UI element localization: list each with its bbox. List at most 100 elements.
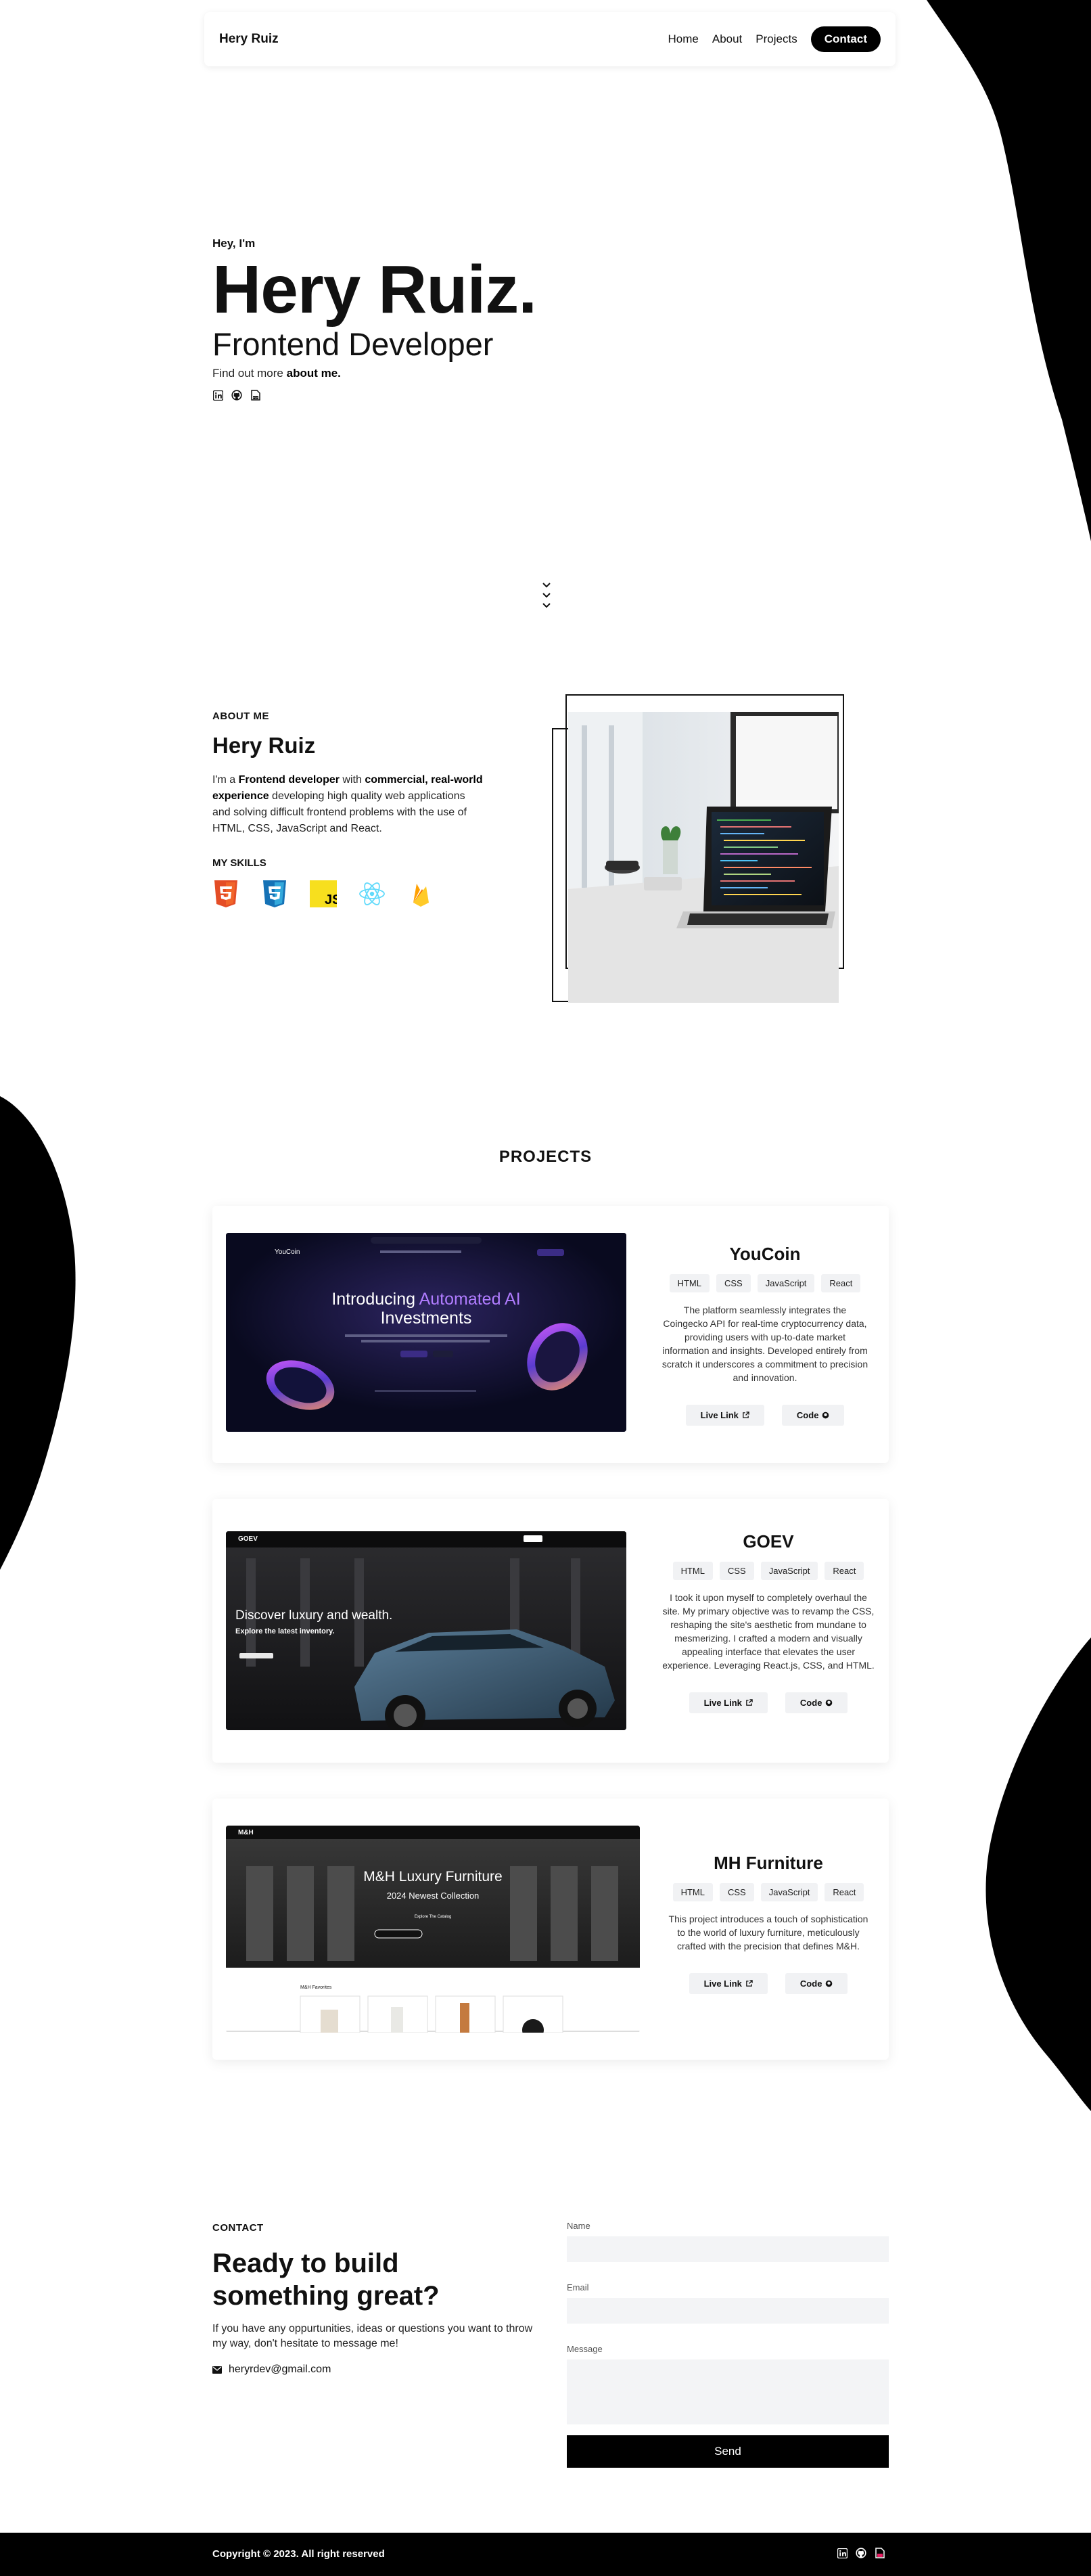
- brand-logo[interactable]: Hery Ruiz: [219, 32, 279, 47]
- html5-icon: [214, 880, 237, 907]
- tag-css: CSS: [719, 1883, 754, 1901]
- code-button[interactable]: Code: [785, 1973, 848, 1994]
- contact-email: heryrdev@gmail.com: [212, 2364, 537, 2376]
- project-info-goev: GOEV HTML CSS JavaScript React I took it…: [660, 1531, 877, 1713]
- nav-links: Home About Projects Contact: [668, 26, 881, 52]
- svg-text:JS: JS: [325, 892, 337, 907]
- hero-greeting: Hey, I'm: [212, 237, 256, 250]
- message-field[interactable]: [567, 2359, 889, 2424]
- code-label: Code: [796, 1410, 819, 1420]
- about-text: I'm a Frontend developer with commercial…: [212, 772, 483, 837]
- github-icon: [826, 1699, 833, 1707]
- github-icon: [826, 1980, 833, 1987]
- tag-html: HTML: [672, 1562, 713, 1580]
- tag-javascript: JavaScript: [760, 1883, 818, 1901]
- code-button[interactable]: Code: [781, 1405, 845, 1426]
- project-buttons: Live Link Code: [660, 1692, 877, 1713]
- live-link-button[interactable]: Live Link: [685, 1405, 764, 1426]
- decorative-blob-left: [0, 1096, 76, 1570]
- external-link-icon: [746, 1980, 753, 1987]
- about-heading: Hery Ruiz: [212, 733, 316, 758]
- project-title: MH Furniture: [714, 1853, 823, 1873]
- about-me-link[interactable]: about me.: [287, 367, 341, 380]
- nav-link-about[interactable]: About: [712, 32, 742, 46]
- tag-html: HTML: [669, 1274, 710, 1292]
- youcoin-logo: YouCoin: [275, 1248, 300, 1256]
- navbar: Hery Ruiz Home About Projects Contact: [204, 12, 896, 66]
- code-label: Code: [799, 1698, 822, 1708]
- about-section: ABOUT ME Hery Ruiz I'm a Frontend develo…: [212, 710, 483, 908]
- skills-list: JS: [212, 880, 483, 908]
- hero-name: Hery Ruiz.: [212, 252, 537, 327]
- code-label: Code: [799, 1979, 822, 1989]
- copyright-text: Copyright © 2023. All right reserved: [212, 2548, 385, 2560]
- resume-icon[interactable]: PDF: [250, 390, 261, 401]
- project-description: The platform seamlessly integrates the C…: [661, 1305, 868, 1383]
- about-text-bold: Frontend developer: [238, 774, 340, 786]
- mh-cta: Explore The Catalog: [414, 1915, 452, 1919]
- project-title: YouCoin: [729, 1244, 801, 1264]
- footer-social-icons: [837, 2548, 885, 2558]
- name-label: Name: [567, 2221, 590, 2231]
- live-link-label: Live Link: [703, 1698, 742, 1708]
- skills-title: MY SKILLS: [212, 857, 266, 869]
- contact-text: If you have any oppurtunities, ideas or …: [212, 2323, 533, 2349]
- goev-logo: GOEV: [238, 1535, 258, 1543]
- external-link-icon: [746, 1699, 753, 1706]
- laptop-photo: [568, 712, 839, 1003]
- mh-subheadline: 2024 Newest Collection: [386, 1891, 480, 1901]
- live-link-button[interactable]: Live Link: [689, 1692, 768, 1713]
- project-description: I took it upon myself to completely over…: [662, 1592, 875, 1671]
- nav-link-projects[interactable]: Projects: [756, 32, 797, 46]
- svg-text:PDF: PDF: [253, 396, 259, 399]
- linkedin-icon[interactable]: [837, 2548, 848, 2558]
- email-field[interactable]: [567, 2298, 889, 2324]
- tag-javascript: JavaScript: [757, 1274, 815, 1292]
- hero-role: Frontend Developer: [212, 326, 494, 362]
- email-address[interactable]: heryrdev@gmail.com: [229, 2364, 331, 2376]
- scroll-down-icon[interactable]: [541, 581, 552, 612]
- contact-kicker: CONTACT: [212, 2222, 264, 2234]
- nav-contact-button[interactable]: Contact: [810, 26, 881, 52]
- mh-favorites-label: M&H Favorites: [300, 1985, 332, 1990]
- project-card-mh-furniture: M&H M&H Luxury Furniture 2024 Newest Col…: [212, 1799, 889, 2060]
- live-link-button[interactable]: Live Link: [689, 1973, 768, 1994]
- project-info-mh-furniture: MH Furniture HTML CSS JavaScript React T…: [667, 1853, 870, 1994]
- project-screenshot-youcoin[interactable]: YouCoin Introducing Automated AI Investm…: [226, 1233, 626, 1432]
- about-image: [552, 694, 858, 1003]
- message-label: Message: [567, 2344, 603, 2354]
- external-link-icon: [743, 1411, 749, 1418]
- react-icon: [359, 882, 385, 905]
- github-icon[interactable]: [231, 390, 242, 401]
- name-field[interactable]: [567, 2236, 889, 2262]
- project-screenshot-mh-furniture[interactable]: M&H M&H Luxury Furniture 2024 Newest Col…: [226, 1826, 640, 2033]
- firebase-icon: [413, 884, 429, 907]
- mh-logo: M&H: [238, 1829, 254, 1836]
- tech-tags: HTML CSS JavaScript React: [660, 1562, 877, 1580]
- contact-section: CONTACT Ready to build something great? …: [212, 2222, 537, 2376]
- nav-link-home[interactable]: Home: [668, 32, 699, 46]
- tag-react: React: [825, 1562, 864, 1580]
- hero-social-icons: PDF: [212, 390, 536, 401]
- javascript-icon: JS: [310, 880, 337, 907]
- goev-headline: Discover luxury and wealth.: [235, 1608, 393, 1623]
- youcoin-headline-part: Introducing: [331, 1290, 419, 1309]
- projects-title: PROJECTS: [498, 1148, 593, 1166]
- tech-tags: HTML CSS JavaScript React: [667, 1883, 870, 1901]
- css3-icon: [263, 880, 286, 907]
- resume-icon[interactable]: [875, 2548, 885, 2558]
- decorative-blob-right: [985, 1637, 1091, 2111]
- linkedin-icon[interactable]: [212, 390, 223, 401]
- mh-headline: M&H Luxury Furniture: [363, 1869, 503, 1884]
- about-text-part: I'm a: [212, 774, 239, 786]
- live-link-label: Live Link: [703, 1979, 742, 1989]
- github-icon[interactable]: [856, 2548, 866, 2558]
- send-button[interactable]: Send: [567, 2435, 889, 2468]
- project-card-youcoin: YouCoin Introducing Automated AI Investm…: [212, 1206, 889, 1463]
- youcoin-headline: Introducing Automated AI Investments: [226, 1290, 626, 1328]
- project-screenshot-goev[interactable]: GOEV Discover luxury and wealth. Explore…: [226, 1531, 626, 1730]
- code-button[interactable]: Code: [785, 1692, 848, 1713]
- live-link-label: Live Link: [700, 1410, 739, 1420]
- goev-subheadline: Explore the latest inventory.: [235, 1627, 335, 1635]
- tag-css: CSS: [716, 1274, 751, 1292]
